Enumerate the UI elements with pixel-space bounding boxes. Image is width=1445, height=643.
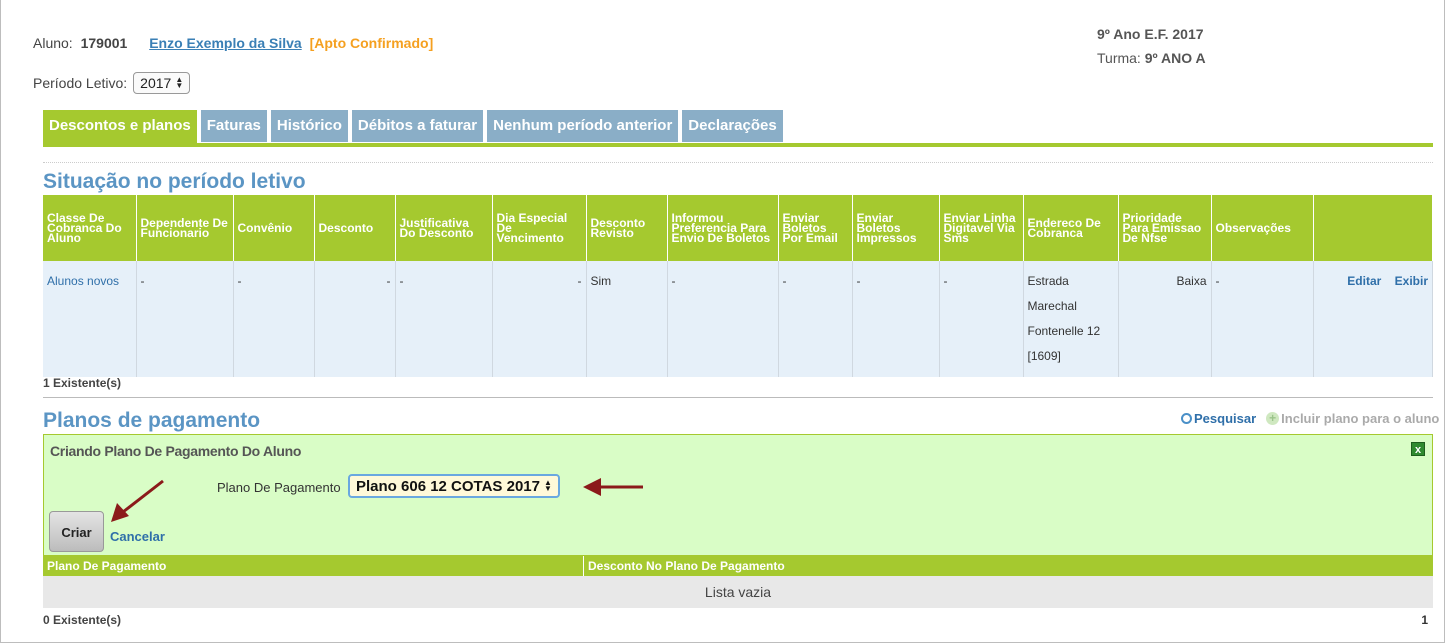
- cancelar-link[interactable]: Cancelar: [110, 529, 165, 544]
- search-icon: [1181, 413, 1192, 424]
- criar-button[interactable]: Criar: [49, 511, 104, 552]
- incluir-plano-link[interactable]: Incluir plano para o aluno: [1281, 411, 1439, 426]
- col-header: Plano De Pagamento: [43, 556, 584, 576]
- page-number[interactable]: 1: [1421, 613, 1428, 627]
- cell-dia-especial: -: [492, 261, 587, 377]
- tab-faturas[interactable]: Faturas: [200, 110, 267, 142]
- panel-title: Criando Plano De Pagamento Do Aluno: [50, 443, 302, 459]
- page-frame: Aluno: 179001 Enzo Exemplo da Silva [Apt…: [0, 0, 1445, 643]
- student-info: Aluno: 179001 Enzo Exemplo da Silva [Apt…: [33, 35, 433, 51]
- planos-count: 0 Existente(s): [43, 613, 122, 627]
- editar-link[interactable]: Editar: [1347, 274, 1381, 288]
- cell-endereco: Estrada Marechal Fontenelle 12 [1609]: [1023, 261, 1119, 377]
- turma-label: Turma:: [1097, 50, 1141, 66]
- status-badge: [Apto Confirmado]: [309, 35, 434, 51]
- col-header: Enviar Linha Digitavel Via Sms: [939, 195, 1024, 261]
- updown-icon: ▲ ▼: [175, 75, 184, 90]
- divider: [43, 397, 1433, 398]
- tab-debitos-faturar[interactable]: Débitos a faturar: [351, 110, 484, 142]
- cell-actions: Editar Exibir: [1313, 261, 1433, 377]
- plano-select[interactable]: Plano 606 12 COTAS 2017 ▲ ▼: [348, 474, 560, 498]
- situacao-table: Classe De Cobranca Do Aluno Dependente D…: [43, 195, 1433, 377]
- col-header: Dependente De Funcionario: [136, 195, 234, 261]
- table-header-row: Classe De Cobranca Do Aluno Dependente D…: [43, 195, 1433, 261]
- col-header: Observações: [1211, 195, 1314, 261]
- student-name-link[interactable]: Enzo Exemplo da Silva: [149, 35, 302, 51]
- col-header: Classe De Cobranca Do Aluno: [43, 195, 137, 261]
- situacao-title: Situação no período letivo: [43, 170, 306, 193]
- plus-circle-icon: +: [1266, 412, 1280, 425]
- cell-informou-preferencia: -: [667, 261, 779, 377]
- close-icon[interactable]: x: [1411, 442, 1425, 456]
- divider: [43, 162, 1433, 163]
- col-header: Informou Preferencia Para Envio De Bolet…: [667, 195, 779, 261]
- plano-select-value: Plano 606 12 COTAS 2017: [356, 477, 540, 495]
- cell-enviar-impressos: -: [852, 261, 940, 377]
- periodo-value: 2017: [140, 75, 172, 91]
- cell-enviar-email: -: [778, 261, 853, 377]
- col-header: Justificativa Do Desconto: [395, 195, 493, 261]
- tab-historico[interactable]: Histórico: [270, 110, 348, 142]
- col-header: Enviar Boletos Impressos: [852, 195, 940, 261]
- cell-enviar-sms: -: [939, 261, 1024, 377]
- table-row: Alunos novos - - - - - Sim - - - - Estra…: [43, 261, 1433, 377]
- plano-field-label: Plano De Pagamento: [217, 480, 341, 495]
- exibir-link[interactable]: Exibir: [1395, 274, 1428, 288]
- tab-descontos-planos[interactable]: Descontos e planos: [43, 110, 197, 147]
- col-header: Convênio: [233, 195, 315, 261]
- cell-justificativa: -: [395, 261, 493, 377]
- empty-list-row: Lista vazia: [43, 576, 1433, 608]
- periodo-letivo: Período Letivo: 2017 ▲ ▼: [33, 72, 191, 94]
- tab-bar: Descontos e planos Faturas Histórico Déb…: [43, 110, 787, 147]
- col-header: Desconto No Plano De Pagamento: [584, 556, 1433, 576]
- periodo-label: Período Letivo:: [33, 75, 128, 91]
- pesquisar-link[interactable]: Pesquisar: [1194, 411, 1256, 426]
- class-info: 9º Ano E.F. 2017 Turma: 9º ANO A: [1097, 22, 1206, 70]
- col-header: Endereco De Cobranca: [1023, 195, 1119, 261]
- student-number: 179001: [80, 35, 128, 51]
- tab-underline: [43, 143, 1433, 147]
- cell-desconto: -: [314, 261, 396, 377]
- cell-observacoes: -: [1211, 261, 1314, 377]
- col-header: Desconto Revisto: [586, 195, 668, 261]
- create-plan-panel: Criando Plano De Pagamento Do Aluno x Pl…: [43, 434, 1433, 556]
- col-header: [1313, 195, 1433, 261]
- tab-declaracoes[interactable]: Declarações: [682, 110, 783, 142]
- cell-dependente: -: [136, 261, 234, 377]
- plans-table-header: Plano De Pagamento Desconto No Plano De …: [43, 556, 1433, 576]
- planos-title: Planos de pagamento: [43, 409, 261, 432]
- col-header: Desconto: [314, 195, 396, 261]
- col-header: Enviar Boletos Por Email: [778, 195, 853, 261]
- planos-actions: Pesquisar + Incluir plano para o aluno: [1181, 411, 1439, 426]
- turma-value: 9º ANO A: [1144, 50, 1206, 66]
- updown-icon: ▲ ▼: [543, 478, 552, 493]
- cell-classe[interactable]: Alunos novos: [43, 261, 137, 377]
- situacao-count: 1 Existente(s): [43, 376, 122, 390]
- cell-desconto-revisto: Sim: [586, 261, 668, 377]
- cell-prioridade: Baixa: [1118, 261, 1212, 377]
- cell-convenio: -: [233, 261, 315, 377]
- periodo-select[interactable]: 2017 ▲ ▼: [133, 72, 191, 94]
- col-header: Dia Especial De Vencimento: [492, 195, 587, 261]
- grade-label: 9º Ano E.F. 2017: [1097, 26, 1204, 42]
- student-label: Aluno:: [33, 35, 73, 51]
- col-header: Prioridade Para Emissao De Nfse: [1118, 195, 1212, 261]
- tab-nenhum-periodo-anterior[interactable]: Nenhum período anterior: [487, 110, 679, 142]
